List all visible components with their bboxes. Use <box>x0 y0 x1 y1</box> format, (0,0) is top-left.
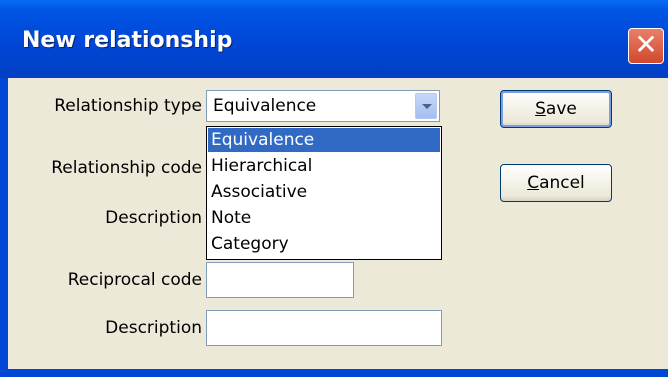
window-frame-bottom <box>0 369 668 377</box>
reciprocal-code-input[interactable] <box>206 262 354 298</box>
cancel-label: ancel <box>539 173 585 193</box>
dropdown-option-equivalence[interactable]: Equivalence <box>208 128 440 152</box>
cancel-button[interactable]: Cancel <box>500 164 612 202</box>
close-icon: ✕ <box>634 28 658 61</box>
cancel-mnemonic: C <box>527 173 540 193</box>
save-mnemonic: S <box>535 99 546 119</box>
close-button[interactable]: ✕ <box>628 28 664 64</box>
relationship-code-label: Relationship code <box>51 158 202 178</box>
save-button[interactable]: Save <box>500 90 612 128</box>
dropdown-option-hierarchical[interactable]: Hierarchical <box>208 154 440 178</box>
description-label: Description <box>105 208 202 228</box>
relationship-type-label: Relationship type <box>54 96 202 116</box>
chevron-down-icon[interactable] <box>415 93 437 119</box>
reciprocal-description-label: Description <box>105 318 202 338</box>
relationship-type-value: Equivalence <box>213 96 317 116</box>
relationship-type-select[interactable]: Equivalence <box>206 90 440 122</box>
window-frame-left <box>0 78 8 377</box>
dropdown-option-note[interactable]: Note <box>208 206 440 230</box>
dialog-title: New relationship <box>22 28 233 53</box>
save-label: ave <box>545 99 577 119</box>
reciprocal-description-input[interactable] <box>206 310 442 346</box>
reciprocal-code-label: Reciprocal code <box>67 270 202 290</box>
dropdown-option-associative[interactable]: Associative <box>208 180 440 204</box>
relationship-type-dropdown[interactable]: Equivalence Hierarchical Associative Not… <box>206 126 442 260</box>
dialog-window: New relationship ✕ Relationship type Equ… <box>0 0 668 377</box>
dropdown-option-category[interactable]: Category <box>208 232 440 256</box>
title-bar[interactable]: New relationship ✕ <box>0 0 668 78</box>
